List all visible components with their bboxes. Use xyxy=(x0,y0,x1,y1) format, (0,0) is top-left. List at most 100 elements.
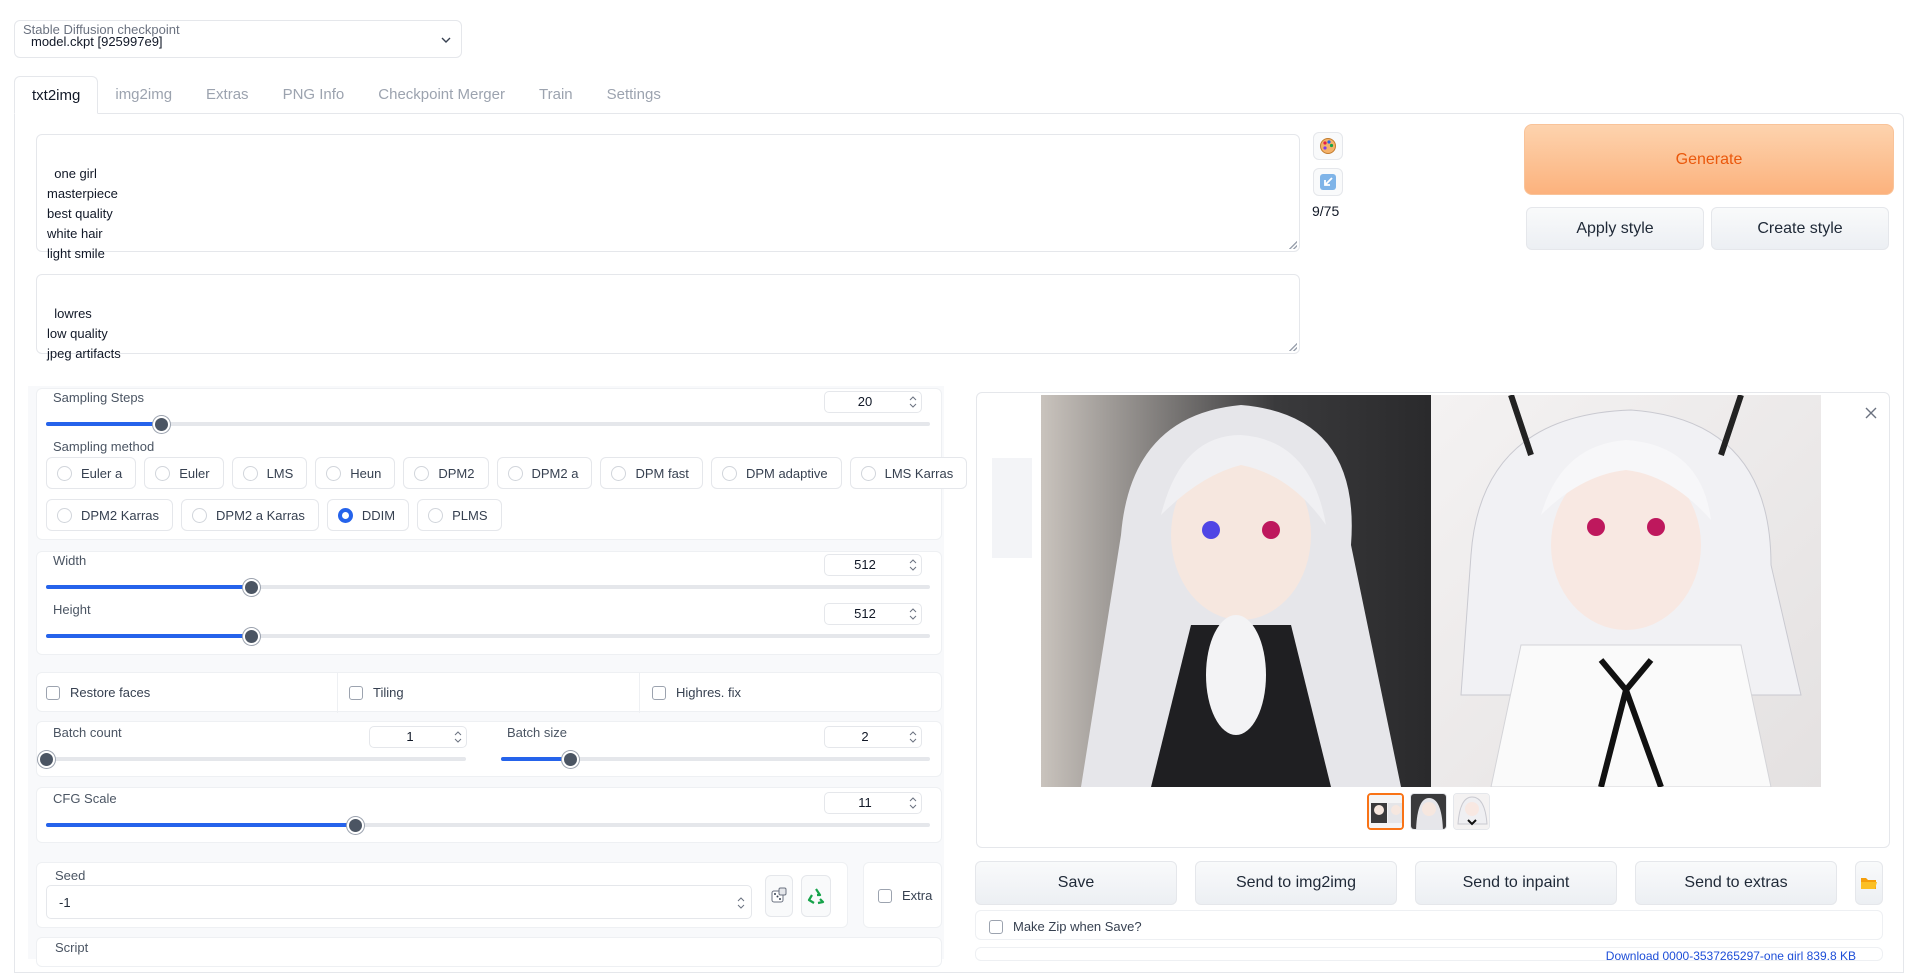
seed-input[interactable]: -1 xyxy=(46,885,752,919)
close-icon[interactable] xyxy=(1865,407,1877,419)
spinner-icon[interactable] xyxy=(909,730,917,744)
extra-seed-checkbox[interactable]: Extra xyxy=(878,888,932,903)
sampler-option-dpm2-a[interactable]: DPM2 a xyxy=(496,457,593,489)
send-to-extras-button[interactable]: Send to extras xyxy=(1635,861,1837,905)
width-slider[interactable] xyxy=(46,579,930,596)
slider-thumb[interactable] xyxy=(347,817,365,834)
slider-thumb[interactable] xyxy=(243,579,261,596)
slider-thumb[interactable] xyxy=(561,751,579,768)
radio-indicator[interactable] xyxy=(611,465,627,481)
highres-fix-checkbox[interactable]: Highres. fix xyxy=(652,685,741,700)
sampler-option-euler-a[interactable]: Euler a xyxy=(46,457,137,489)
slider-thumb[interactable] xyxy=(152,416,170,433)
tab-extras[interactable]: Extras xyxy=(189,76,266,114)
sampler-option-label: DPM fast xyxy=(635,465,689,481)
checkbox-box[interactable] xyxy=(989,919,1003,934)
prompt-textarea[interactable]: one girl masterpiece best quality white … xyxy=(36,134,1300,261)
download-link[interactable]: Download 0000-3537265297-one girl 839.8 … xyxy=(1606,949,1856,960)
reuse-seed-button[interactable] xyxy=(801,875,831,917)
resize-grip-icon[interactable] xyxy=(1289,343,1297,351)
generate-button[interactable]: Generate xyxy=(1524,124,1894,195)
width-input[interactable]: 512 xyxy=(824,554,922,576)
sampler-option-heun[interactable]: Heun xyxy=(315,457,396,489)
cfg-scale-slider[interactable] xyxy=(46,817,930,834)
sampler-option-dpm2-karras[interactable]: DPM2 Karras xyxy=(46,499,174,531)
sampler-option-dpm2[interactable]: DPM2 xyxy=(403,457,489,489)
spinner-icon[interactable] xyxy=(909,607,917,621)
open-folder-button[interactable] xyxy=(1855,861,1883,905)
sampler-option-dpm-fast[interactable]: DPM fast xyxy=(600,457,703,489)
sampling-steps-input[interactable]: 20 xyxy=(824,391,922,413)
sampler-option-dpm-adaptive[interactable]: DPM adaptive xyxy=(710,457,842,489)
tiling-checkbox[interactable]: Tiling xyxy=(349,685,404,700)
options-row: Restore faces Tiling Highres. fix xyxy=(36,672,942,713)
style-button[interactable] xyxy=(1313,132,1343,160)
batch-size-input[interactable]: 2 xyxy=(824,726,922,748)
sampler-option-label: PLMS xyxy=(452,507,488,523)
tab-img2img[interactable]: img2img xyxy=(98,76,189,114)
sampler-option-plms[interactable]: PLMS xyxy=(417,499,502,531)
spinner-icon[interactable] xyxy=(454,730,462,744)
apply-style-button[interactable]: Apply style xyxy=(1526,207,1704,250)
thumbnail-strip xyxy=(1367,793,1490,830)
radio-indicator[interactable] xyxy=(860,465,876,481)
radio-indicator[interactable] xyxy=(155,465,171,481)
batch-count-label: Batch count xyxy=(53,725,122,740)
radio-indicator[interactable] xyxy=(326,465,342,481)
cfg-scale-input[interactable]: 11 xyxy=(824,792,922,814)
radio-indicator[interactable] xyxy=(57,465,72,481)
send-to-img2img-button[interactable]: Send to img2img xyxy=(1195,861,1397,905)
send-to-inpaint-button[interactable]: Send to inpaint xyxy=(1415,861,1617,905)
restore-faces-checkbox[interactable]: Restore faces xyxy=(46,685,150,700)
checkbox-box[interactable] xyxy=(652,685,666,700)
sampling-steps-slider[interactable] xyxy=(46,416,930,433)
radio-indicator[interactable] xyxy=(428,507,444,523)
tab-checkpoint-merger[interactable]: Checkpoint Merger xyxy=(361,76,522,114)
negative-prompt-textarea[interactable]: lowres low quality jpeg artifacts xyxy=(36,274,1300,361)
height-input[interactable]: 512 xyxy=(824,603,922,625)
sampler-option-dpm2-a-karras[interactable]: DPM2 a Karras xyxy=(181,499,319,531)
resize-grip-icon[interactable] xyxy=(1289,241,1297,249)
save-button[interactable]: Save xyxy=(975,861,1177,905)
script-group: Script xyxy=(36,937,942,967)
thumbnail-grid[interactable] xyxy=(1367,793,1404,830)
spinner-icon[interactable] xyxy=(737,896,745,910)
radio-indicator[interactable] xyxy=(57,507,72,523)
thumbnail-image-1[interactable] xyxy=(1410,793,1447,830)
slider-thumb[interactable] xyxy=(243,628,261,645)
slider-thumb[interactable] xyxy=(38,751,55,768)
radio-indicator[interactable] xyxy=(721,465,737,481)
sampler-option-lms[interactable]: LMS xyxy=(231,457,308,489)
cfg-group: CFG Scale 11 xyxy=(36,787,942,843)
radio-indicator[interactable] xyxy=(507,465,523,481)
spinner-icon[interactable] xyxy=(909,796,917,810)
output-image[interactable] xyxy=(1041,395,1821,787)
radio-indicator[interactable] xyxy=(242,465,258,481)
tab-train[interactable]: Train xyxy=(522,76,590,114)
thumbnail-image-2[interactable] xyxy=(1453,793,1490,830)
batch-count-input[interactable]: 1 xyxy=(369,726,467,748)
spinner-icon[interactable] xyxy=(909,558,917,572)
make-zip-checkbox[interactable]: Make Zip when Save? xyxy=(989,919,1142,934)
sampler-option-lms-karras[interactable]: LMS Karras xyxy=(849,457,968,489)
batch-size-slider[interactable] xyxy=(501,751,930,768)
spinner-icon[interactable] xyxy=(909,395,917,409)
random-seed-button[interactable] xyxy=(765,875,793,917)
checkbox-box[interactable] xyxy=(349,685,363,700)
sampler-option-euler[interactable]: Euler xyxy=(144,457,224,489)
create-style-button[interactable]: Create style xyxy=(1711,207,1889,250)
paste-params-button[interactable] xyxy=(1313,168,1343,196)
checkbox-box[interactable] xyxy=(46,685,60,700)
checkpoint-dropdown[interactable]: Stable Diffusion checkpoint model.ckpt [… xyxy=(14,20,462,58)
radio-indicator[interactable] xyxy=(337,507,353,523)
radio-indicator[interactable] xyxy=(192,507,208,523)
height-slider[interactable] xyxy=(46,628,930,645)
thumbnail-grid-image xyxy=(1369,795,1402,828)
batch-count-slider[interactable] xyxy=(38,751,466,768)
checkbox-box[interactable] xyxy=(878,888,892,903)
radio-indicator[interactable] xyxy=(414,465,430,481)
sampler-option-ddim[interactable]: DDIM xyxy=(326,499,410,531)
tab-txt2img[interactable]: txt2img xyxy=(14,76,99,114)
tab-settings[interactable]: Settings xyxy=(590,76,678,114)
tab-png-info[interactable]: PNG Info xyxy=(266,76,362,114)
